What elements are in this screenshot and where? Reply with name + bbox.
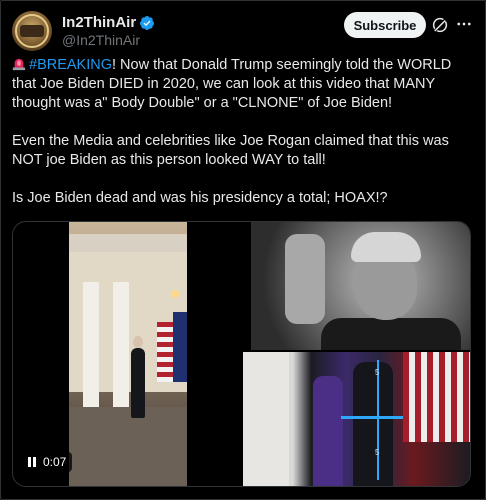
siren-emoji-icon [12,58,26,71]
grok-icon[interactable] [431,16,449,34]
video-time-badge[interactable]: 0:07 [21,452,73,472]
overlay-number: 5 [375,448,380,457]
pause-icon[interactable] [27,457,37,467]
tweet-text: #BREAKING! Now that Donald Trump seeming… [12,56,474,227]
verified-badge-icon [140,15,155,30]
author-name-row[interactable]: In2ThinAir [62,14,155,31]
hashtag-link[interactable]: #BREAKING [29,57,112,73]
video-player[interactable]: 5 5 0:07 [12,221,471,487]
overlay-number: 5 [375,368,380,377]
display-name[interactable]: In2ThinAir [62,14,136,31]
tweet-paragraph-1: #BREAKING! Now that Donald Trump seeming… [12,56,474,113]
tweet-paragraph-3: Is Joe Biden dead and was his presidency… [12,190,388,206]
video-bottom-right-image: 5 5 [243,352,470,486]
video-left-clip [69,222,187,486]
tweet-paragraph-2: Even the Media and celebrities like Joe … [12,133,449,168]
more-horizontal-icon[interactable] [455,15,473,33]
video-time: 0:07 [43,455,67,469]
avatar[interactable] [12,11,52,51]
subscribe-button[interactable]: Subscribe [344,12,426,38]
author-handle[interactable]: @In2ThinAir [62,32,140,48]
video-top-right-image [251,222,470,350]
